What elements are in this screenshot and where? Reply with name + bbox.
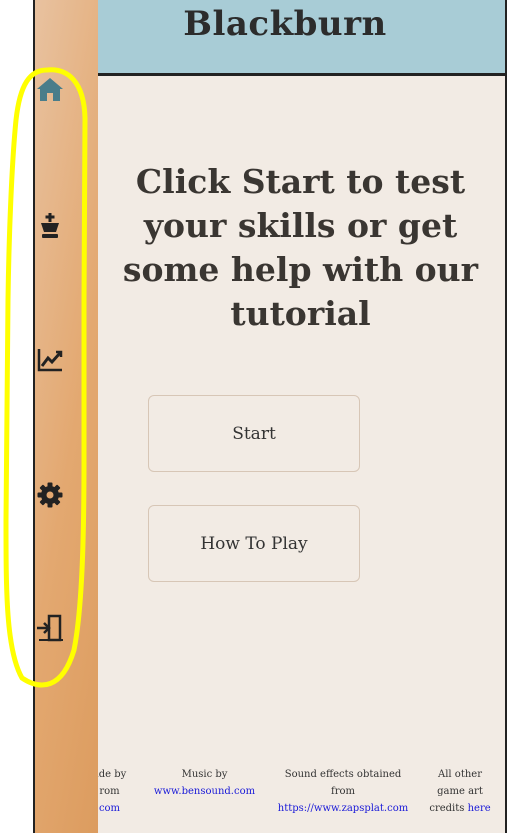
- start-button[interactable]: Start: [148, 395, 360, 472]
- home-icon[interactable]: [35, 74, 65, 104]
- credit-music: Music by www.bensound.com: [153, 769, 256, 797]
- sidebar-nav: [35, 0, 98, 833]
- gear-icon[interactable]: [35, 480, 65, 510]
- header-bar: Blackburn: [35, 0, 505, 76]
- zapsplat-link[interactable]: https://www.zapsplat.com: [278, 803, 408, 814]
- footer-credits: ade by rom com Music by www.bensound.com…: [35, 766, 505, 826]
- intro-headline: Click Start to test your skills or get s…: [122, 162, 479, 333]
- game-art-credits-link[interactable]: here: [468, 803, 491, 814]
- exit-door-icon[interactable]: [35, 613, 65, 643]
- credit-sound-effects: Sound effects obtained from https://www.…: [277, 769, 409, 814]
- page-title: Blackburn: [183, 4, 387, 44]
- developer-link[interactable]: com: [99, 803, 120, 814]
- chart-icon[interactable]: [35, 345, 65, 375]
- bensound-link[interactable]: www.bensound.com: [154, 786, 255, 797]
- credit-game-art: All other game art credits here: [429, 769, 491, 814]
- how-to-play-button[interactable]: How To Play: [148, 505, 360, 582]
- chess-king-icon[interactable]: [35, 211, 65, 241]
- app-frame: Blackburn Click Start to test your skill…: [33, 0, 507, 833]
